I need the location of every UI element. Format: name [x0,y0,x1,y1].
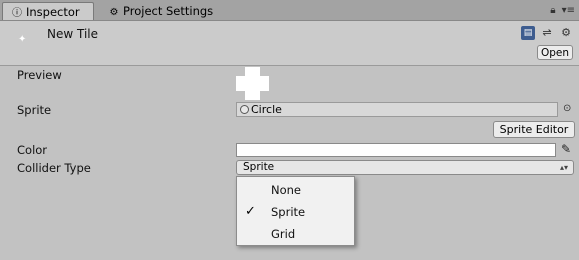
dropdown-arrows-icon: ▴▾ [559,163,568,172]
sprite-preview [236,67,269,100]
sprite-editor-button[interactable]: Sprite Editor [493,121,575,138]
settings-gear-icon[interactable]: ⚙ [559,26,573,40]
header-icons: ▤ ⇌ ⚙ [521,26,573,40]
gear-icon: ⚙ [109,7,119,18]
tab-project-settings-label: Project Settings [123,4,214,18]
sprite-label: Sprite [17,103,52,117]
window-menu-icon[interactable]: ▾≡ [562,5,575,16]
tab-inspector-label: Inspector [26,5,80,19]
preview-corner [260,91,269,100]
lock-icon[interactable]: 🔒︎ [550,5,555,16]
collider-type-menu: None ✓ Sprite Grid [236,176,355,246]
sprite-icon [240,105,249,114]
color-field[interactable] [236,143,556,157]
help-book-icon[interactable]: ▤ [521,26,535,40]
collider-type-label: Collider Type [17,161,91,175]
menu-item-none[interactable]: None [237,179,354,201]
tab-bar: ⓘ Inspector ⚙ Project Settings 🔒︎ ▾≡ [0,0,579,21]
preview-corner [236,67,245,76]
collider-type-value: Sprite [243,161,275,173]
presets-icon[interactable]: ⇌ [540,26,554,40]
collider-type-dropdown[interactable]: Sprite ▴▾ [236,160,574,175]
asset-name: New Tile [47,27,98,41]
color-label: Color [17,143,48,157]
tile-asset-icon: ✦ [18,34,27,45]
eyedropper-icon[interactable]: ✎ [561,141,575,157]
sprite-object-field[interactable]: Circle [236,102,558,117]
inspector-header: ✦ New Tile ▤ ⇌ ⚙ Open [0,21,579,66]
sprite-value: Circle [251,103,282,116]
open-button[interactable]: Open [537,45,573,60]
tab-project-settings[interactable]: ⚙ Project Settings [100,2,230,20]
tabbar-controls: 🔒︎ ▾≡ [550,3,575,17]
preview-corner [260,67,269,76]
menu-item-label: Sprite [271,205,306,219]
menu-item-label: Grid [271,227,296,241]
checkmark-icon: ✓ [245,204,256,219]
object-picker-icon[interactable]: ⊙ [563,104,573,114]
menu-item-label: None [271,183,302,197]
menu-item-grid[interactable]: Grid [237,223,354,245]
menu-item-sprite[interactable]: ✓ Sprite [237,201,354,223]
tab-inspector[interactable]: ⓘ Inspector [2,2,94,20]
preview-label: Preview [17,68,62,82]
preview-corner [236,91,245,100]
